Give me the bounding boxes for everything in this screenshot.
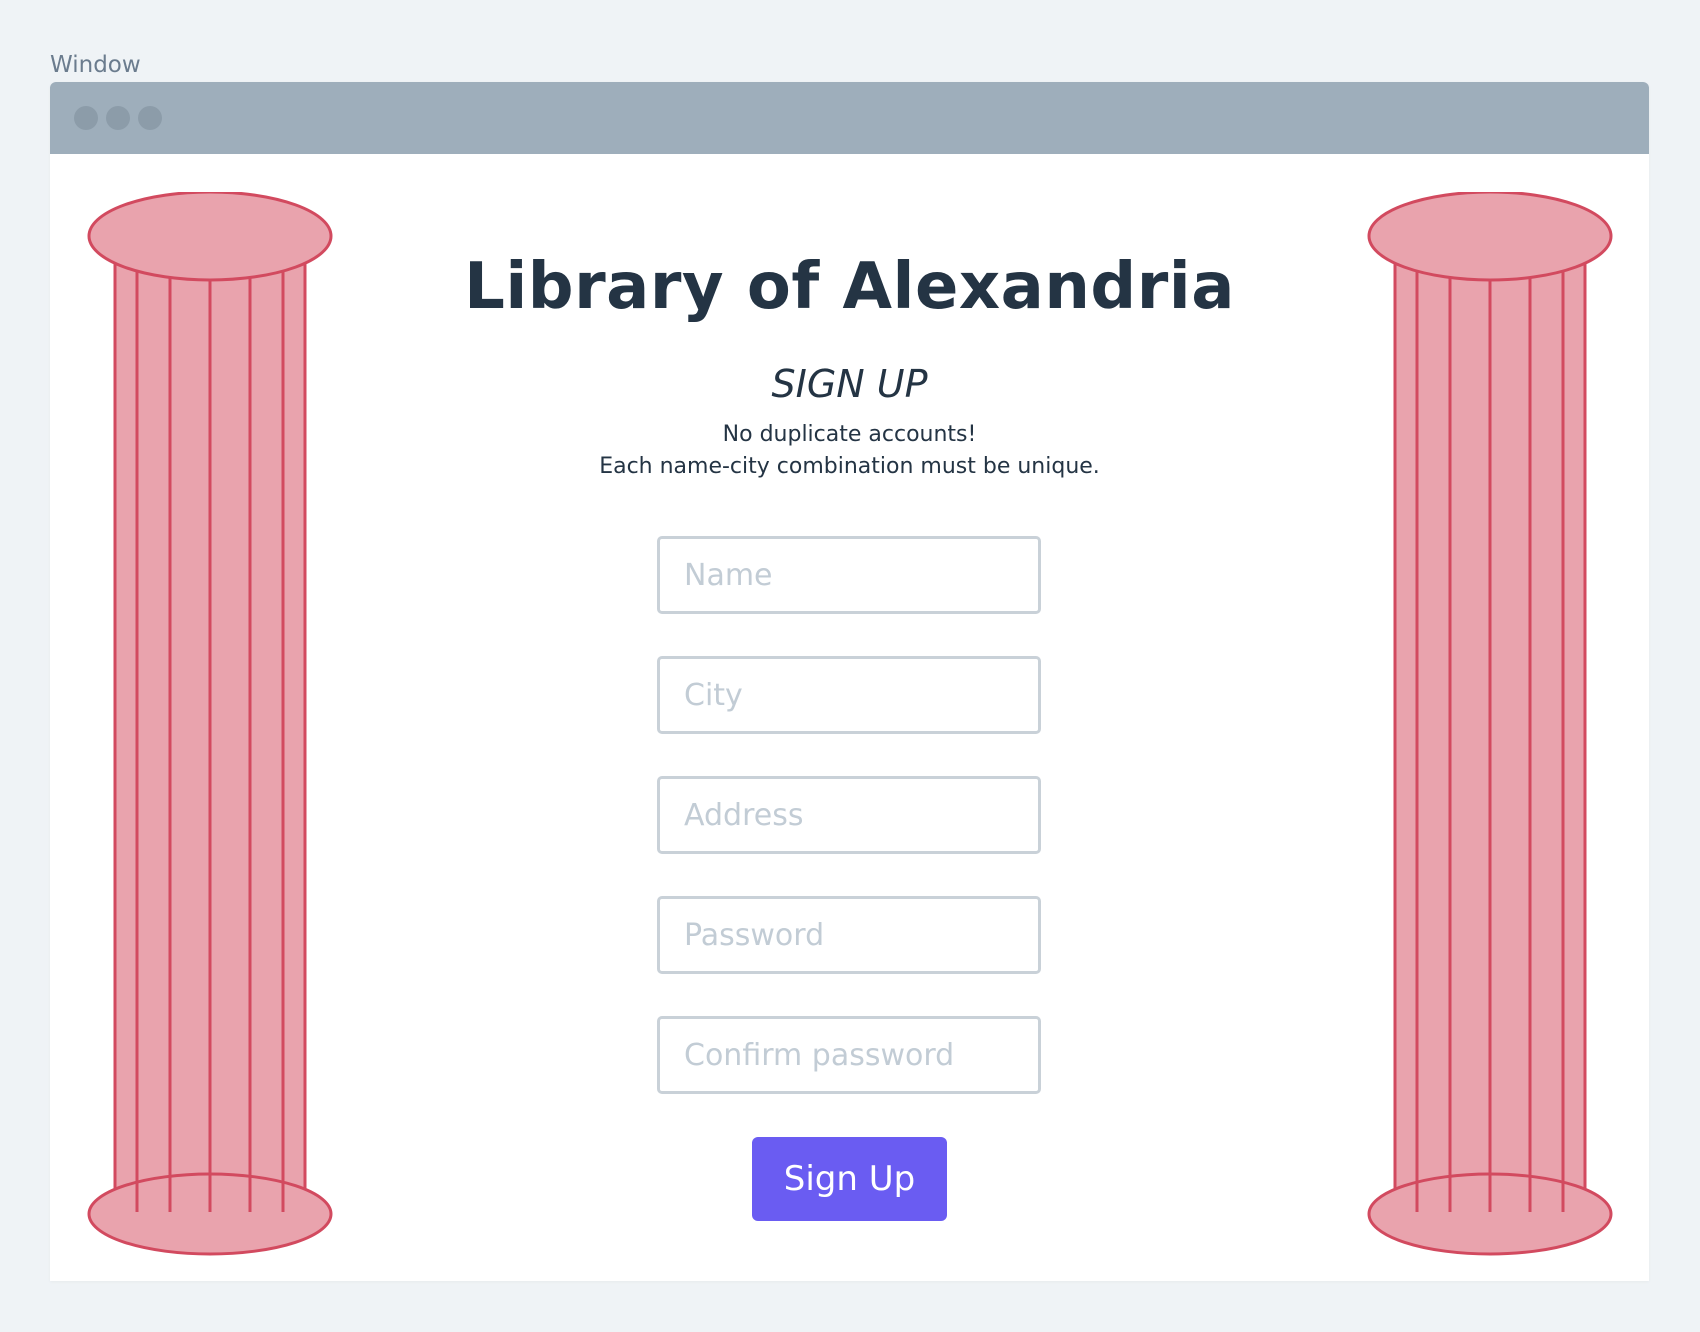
address-input[interactable] bbox=[657, 776, 1041, 854]
duplicate-note: No duplicate accounts! bbox=[722, 422, 977, 447]
password-input[interactable] bbox=[657, 896, 1041, 974]
name-input[interactable] bbox=[657, 536, 1041, 614]
sign-up-button[interactable]: Sign Up bbox=[752, 1137, 947, 1221]
right-column-icon bbox=[1367, 192, 1613, 1256]
confirm-password-input[interactable] bbox=[657, 1016, 1041, 1094]
page-title: Library of Alexandria bbox=[464, 250, 1235, 324]
app-window: Library of Alexandria SIGN UP No duplica… bbox=[50, 82, 1649, 1281]
window-control-dot[interactable] bbox=[74, 106, 98, 130]
window-label: Window bbox=[50, 52, 141, 78]
left-column-icon bbox=[87, 192, 333, 1256]
window-titlebar[interactable] bbox=[50, 82, 1649, 154]
uniqueness-note: Each name-city combination must be uniqu… bbox=[599, 454, 1100, 479]
window-control-dot[interactable] bbox=[138, 106, 162, 130]
city-input[interactable] bbox=[657, 656, 1041, 734]
form-subtitle: SIGN UP bbox=[771, 362, 928, 406]
window-control-dot[interactable] bbox=[106, 106, 130, 130]
